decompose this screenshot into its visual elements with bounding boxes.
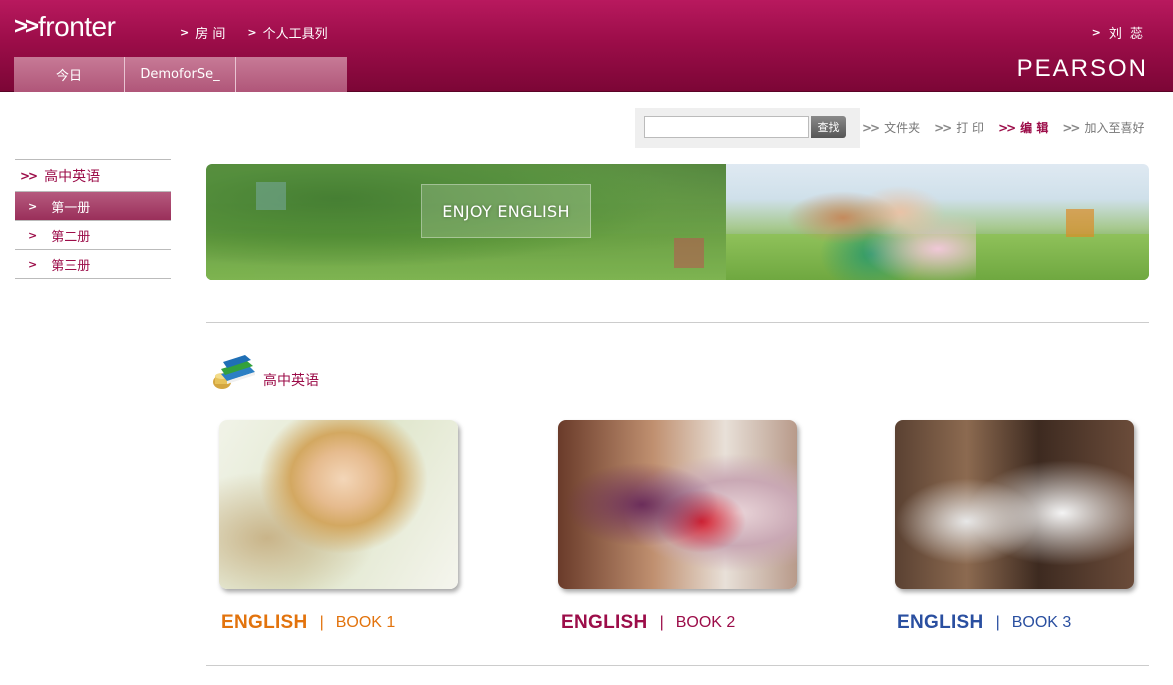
- tool-edit[interactable]: >> 编 辑: [998, 119, 1048, 136]
- sidebar-heading[interactable]: >> 高中英语: [15, 159, 171, 192]
- hero-banner: ENJOY ENGLISH: [206, 164, 1149, 280]
- book-number-label: BOOK 3: [1011, 614, 1072, 631]
- book1-link[interactable]: ENGLISH | BOOK 1: [221, 612, 395, 634]
- tool-label: 文件夹: [884, 121, 921, 135]
- book-english-label: ENGLISH: [561, 612, 648, 633]
- chevron-right-icon: >: [28, 199, 38, 213]
- sidebar-item-book3[interactable]: > 第三册: [15, 250, 171, 279]
- tab-empty[interactable]: [236, 57, 347, 92]
- separator: |: [995, 614, 1000, 631]
- divider: [206, 665, 1149, 666]
- top-nav: > 房 间 > 个人工具列: [180, 23, 328, 42]
- tool-label: 编 辑: [1020, 121, 1049, 135]
- tab-bar: 今日 DemoforSe_: [14, 57, 347, 92]
- sidebar-item-label: 第一册: [51, 200, 91, 216]
- book3-image[interactable]: [895, 420, 1134, 589]
- separator: |: [319, 614, 324, 631]
- book1-image[interactable]: [219, 420, 458, 589]
- banner-caption: ENJOY ENGLISH: [421, 184, 591, 238]
- double-chevron-icon: >>: [862, 120, 880, 135]
- double-chevron-icon: >>: [998, 120, 1016, 135]
- sidebar-item-book1[interactable]: > 第一册: [15, 192, 171, 221]
- double-chevron-icon: >>: [14, 13, 39, 40]
- search-button[interactable]: 查找: [811, 116, 846, 138]
- nav-item-label: 房 间: [195, 27, 226, 42]
- book3-link[interactable]: ENGLISH | BOOK 3: [897, 612, 1071, 634]
- book-english-label: ENGLISH: [221, 612, 308, 633]
- banner-square: [1066, 209, 1094, 237]
- header-bar: >> fronter > 房 间 > 个人工具列 > 刘 蕊 今日 Demofo…: [0, 0, 1173, 92]
- sidebar-heading-label: 高中英语: [44, 168, 101, 185]
- chevron-right-icon: >: [28, 257, 38, 271]
- sidebar-item-label: 第二册: [51, 229, 91, 245]
- fronter-logo[interactable]: >> fronter: [14, 11, 116, 43]
- book-number-label: BOOK 2: [675, 614, 736, 631]
- sidebar: >> 高中英语 > 第一册 > 第二册 > 第三册: [15, 159, 171, 279]
- tab-today[interactable]: 今日: [14, 57, 125, 92]
- search-input[interactable]: [644, 116, 809, 138]
- chevron-right-icon: >: [247, 26, 257, 39]
- sidebar-item-book2[interactable]: > 第二册: [15, 221, 171, 250]
- chevron-right-icon: >: [1091, 26, 1103, 39]
- banner-square: [674, 238, 704, 268]
- double-chevron-icon: >>: [20, 168, 38, 183]
- double-chevron-icon: >>: [1062, 120, 1080, 135]
- book2-image[interactable]: [558, 420, 797, 589]
- banner-students: [786, 176, 976, 280]
- logo-text: fronter: [38, 11, 116, 42]
- chevron-right-icon: >: [28, 228, 38, 242]
- book-number-label: BOOK 1: [335, 614, 396, 631]
- separator: |: [659, 614, 664, 631]
- nav-item-room[interactable]: > 房 间: [180, 23, 225, 42]
- tool-label: 打 印: [956, 121, 985, 135]
- double-chevron-icon: >>: [934, 120, 952, 135]
- user-menu[interactable]: > 刘 蕊: [1092, 23, 1145, 42]
- banner-square: [256, 182, 286, 210]
- divider: [206, 322, 1149, 323]
- search-box: 查找: [635, 108, 860, 148]
- chevron-right-icon: >: [180, 26, 190, 39]
- tool-links: >> 文件夹 >> 打 印 >> 编 辑 >> 加入至喜好: [862, 119, 1144, 136]
- tool-folder[interactable]: >> 文件夹: [862, 119, 920, 136]
- books-icon: [213, 355, 255, 389]
- book-english-label: ENGLISH: [897, 612, 984, 633]
- book2-link[interactable]: ENGLISH | BOOK 2: [561, 612, 735, 634]
- tool-add-favorite[interactable]: >> 加入至喜好: [1062, 119, 1144, 136]
- sidebar-item-label: 第三册: [51, 258, 91, 274]
- tool-label: 加入至喜好: [1084, 121, 1145, 135]
- tab-demo[interactable]: DemoforSe_: [125, 57, 236, 92]
- tool-print[interactable]: >> 打 印: [934, 119, 984, 136]
- nav-item-label: 个人工具列: [262, 27, 328, 42]
- nav-item-personal-tools[interactable]: > 个人工具列: [247, 23, 327, 42]
- section-title: 高中英语: [263, 373, 319, 389]
- pearson-logo: PEARSON: [1016, 55, 1148, 82]
- user-name: 刘 蕊: [1108, 27, 1145, 42]
